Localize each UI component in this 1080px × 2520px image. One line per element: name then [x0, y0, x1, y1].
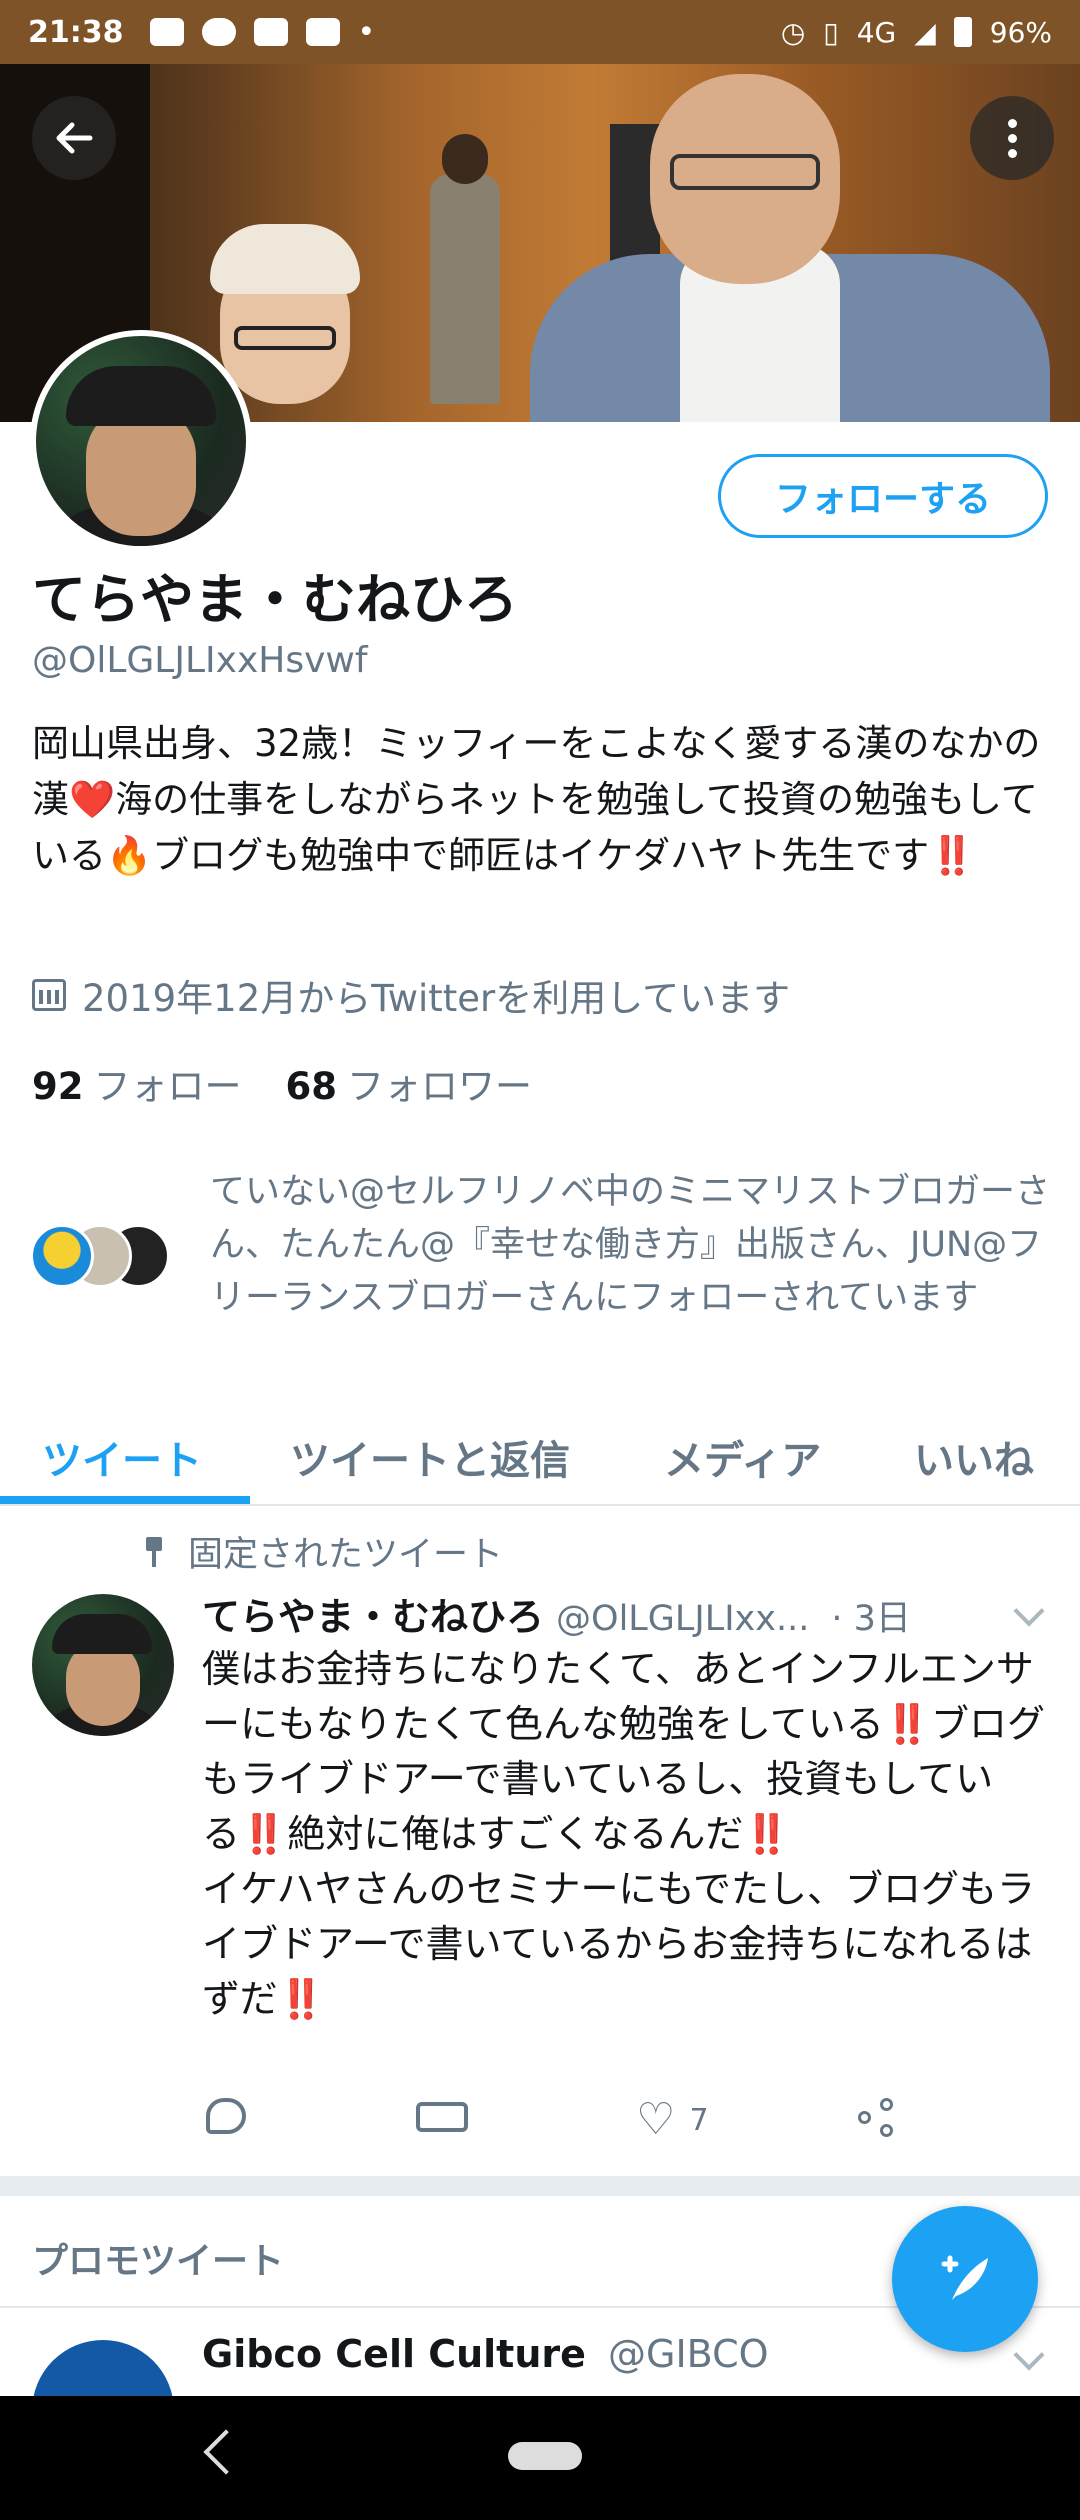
tweet-author-handle: @OlLGLJLIxx... — [556, 1599, 810, 1639]
like-button[interactable]: ♡ 7 — [636, 2098, 709, 2142]
tweet-text[interactable]: 僕はお金持ちになりたくて、あとインフルエンサーにもなりたくて色んな勉強をしている… — [202, 1642, 1052, 2027]
follow-counts: 92 フォロー 68 フォロワー — [32, 1056, 532, 1110]
profile-avatar[interactable] — [30, 330, 252, 552]
tab-media[interactable]: メディア — [664, 1428, 821, 1486]
reply-icon — [206, 2098, 246, 2134]
followed-by-avatars — [30, 1224, 180, 1294]
network-type: 4G — [856, 15, 897, 49]
share-button[interactable] — [858, 2098, 898, 2138]
reply-button[interactable] — [206, 2098, 246, 2134]
join-date-text: 2019年12月からTwitterを利用しています — [82, 977, 791, 1020]
signal-icon: ◢ — [914, 15, 936, 49]
join-date: 2019年12月からTwitterを利用しています — [32, 968, 790, 1022]
tweet-time: · 3日 — [831, 1599, 911, 1639]
followed-by-section[interactable]: ていない@セルフリノベ中のミニマリストブロガーさん、たんたん@『幸せな働き方』出… — [30, 1166, 1060, 1325]
more-notifications-icon: • — [357, 14, 376, 50]
avatar — [30, 1224, 94, 1288]
followers-link[interactable]: 68 フォロワー — [286, 1056, 533, 1110]
tweet-avatar[interactable] — [32, 1594, 174, 1736]
followers-count: 68 — [285, 1065, 338, 1108]
like-count: 7 — [689, 2102, 709, 2138]
banner-person-right — [530, 64, 1050, 422]
pin-icon — [142, 1536, 166, 1567]
back-arrow-icon — [56, 122, 93, 154]
more-options-button[interactable] — [970, 96, 1054, 180]
following-label: フォロー — [93, 1065, 242, 1108]
tab-likes[interactable]: いいね — [914, 1428, 1034, 1486]
gallery-icon — [149, 18, 184, 46]
more-vertical-icon — [1007, 118, 1017, 158]
notification-icons: • — [149, 14, 376, 50]
following-link[interactable]: 92 フォロー — [32, 1056, 242, 1110]
back-button[interactable] — [32, 96, 116, 180]
line-icon — [201, 18, 236, 46]
promo-author-name[interactable]: Gibco Cell Culture — [202, 2332, 586, 2376]
user-handle: @OlLGLJLIxxHsvwf — [32, 640, 368, 681]
pinned-label-text: 固定されたツイート — [188, 1535, 504, 1575]
section-divider — [0, 2176, 1080, 2196]
heart-icon: ♡ — [636, 2094, 676, 2145]
follow-button[interactable]: フォローする — [718, 454, 1048, 538]
alarm-icon: ◷ — [780, 15, 806, 49]
promo-menu-chevron-icon[interactable] — [1013, 2339, 1045, 2371]
following-count: 92 — [32, 1065, 84, 1108]
compose-tweet-button[interactable] — [892, 2206, 1038, 2352]
battery-percent: 96% — [989, 15, 1052, 49]
promo-author-handle: @GIBCO — [608, 2332, 769, 2376]
profile-tabs: ツイート ツイートと返信 メディア いいね — [0, 1394, 1080, 1506]
tweet-author-name[interactable]: てらやま・むねひろ — [202, 1586, 544, 1641]
tab-tweets-and-replies[interactable]: ツイートと返信 — [290, 1428, 570, 1486]
display-name: てらやま・むねひろ — [32, 568, 518, 631]
status-right: ◷ ▯ 4G ◢ 96% — [781, 16, 1052, 49]
youtube-icon — [253, 18, 288, 46]
retweet-icon — [416, 2098, 468, 2132]
pinned-label: 固定されたツイート — [142, 1526, 503, 1577]
tweet-actions: ♡ 7 — [200, 2098, 920, 2158]
nav-back-icon[interactable] — [203, 2429, 249, 2475]
promoted-tweet-label: プロモツイート — [32, 2241, 285, 2282]
battery-icon — [953, 17, 972, 47]
banner-person-background — [420, 114, 520, 414]
mail-icon — [305, 18, 340, 46]
promo-header: Gibco Cell Culture @GIBCO — [202, 2332, 769, 2376]
tab-tweets[interactable]: ツイート — [42, 1428, 202, 1486]
system-navigation-bar — [0, 2396, 1080, 2520]
active-tab-indicator — [0, 1496, 250, 1504]
followers-label: フォロワー — [347, 1065, 532, 1108]
tweet-header: てらやま・むねひろ @OlLGLJLIxx... · 3日 — [202, 1586, 1062, 1641]
compose-tweet-icon — [941, 2255, 988, 2300]
status-time: 21:38 — [28, 14, 124, 50]
status-bar: 21:38 • ◷ ▯ 4G ◢ 96% — [0, 0, 1080, 64]
profile-bio: 岡山県出身、32歳！ミッフィーをこよなく愛する漢のなかの漢❤️海の仕事をしながら… — [32, 722, 1041, 877]
followed-by-text: ていない@セルフリノベ中のミニマリストブロガーさん、たんたん@『幸せな働き方』出… — [210, 1172, 1051, 1318]
nav-home-pill[interactable] — [508, 2442, 582, 2470]
share-icon — [858, 2098, 898, 2138]
retweet-button[interactable] — [416, 2098, 468, 2132]
calendar-icon — [32, 979, 66, 1011]
vibrate-icon: ▯ — [823, 15, 839, 49]
